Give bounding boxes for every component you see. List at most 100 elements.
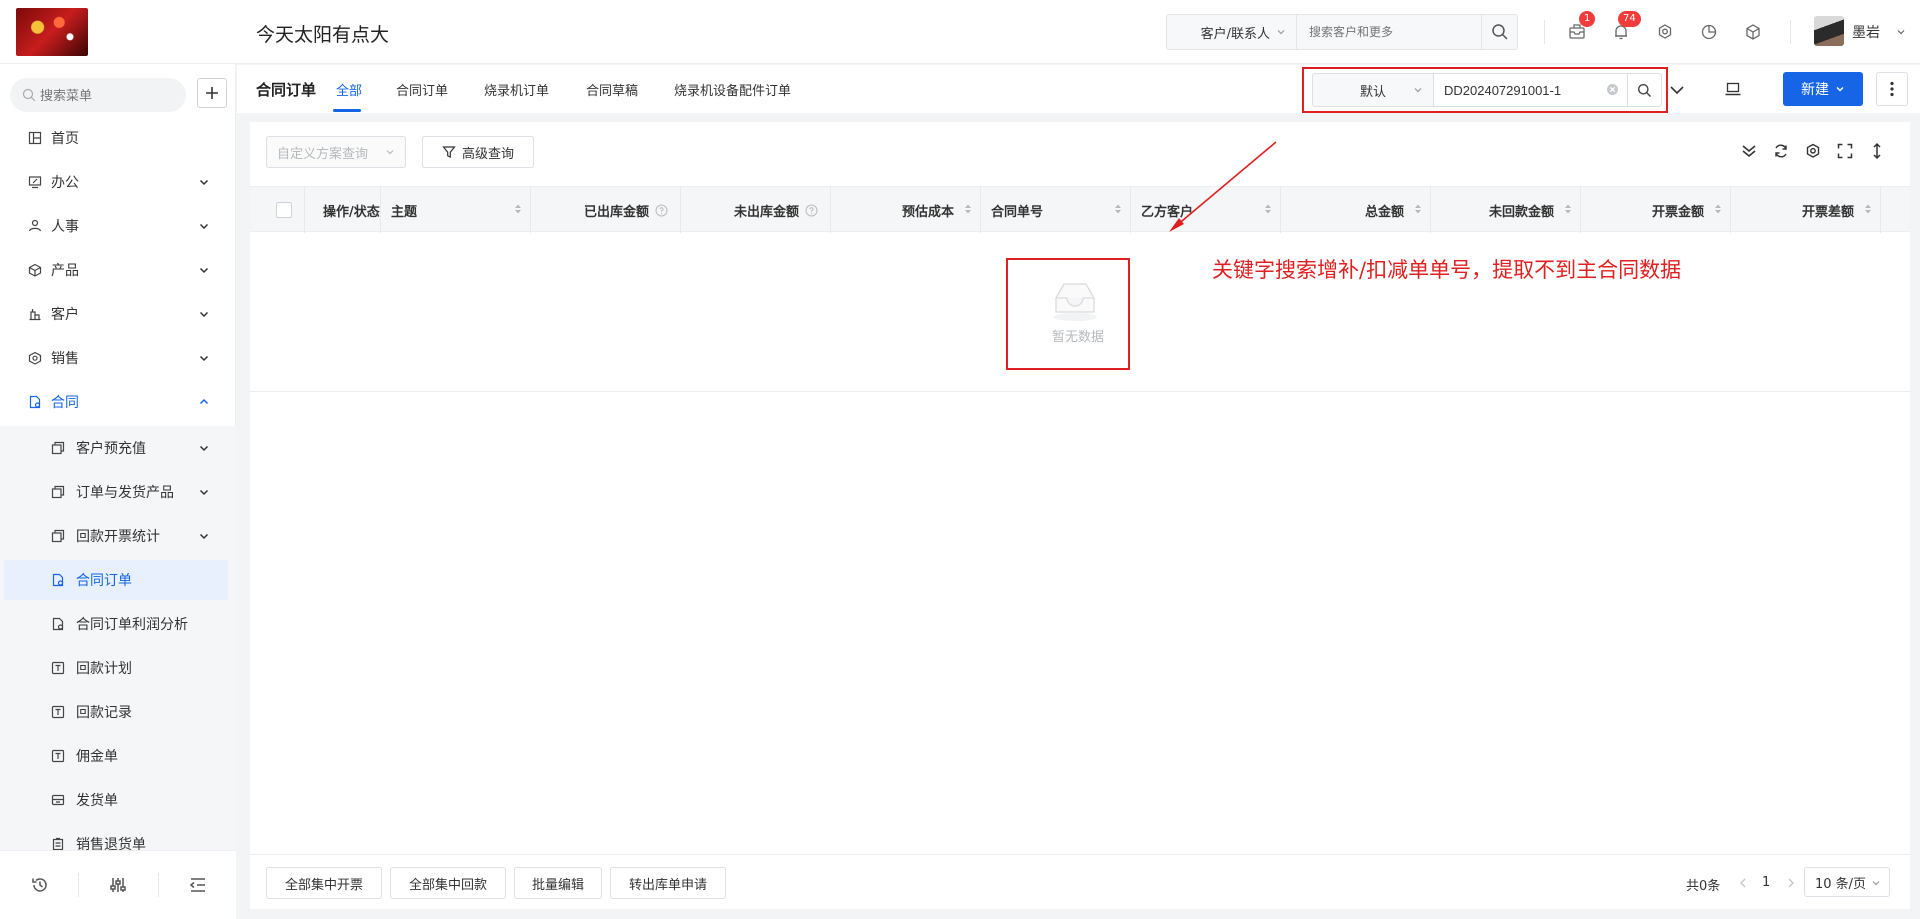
copy-icon	[51, 485, 65, 499]
menu-search[interactable]	[10, 78, 186, 112]
sidebar-item-label: 合同	[51, 395, 79, 411]
company-name: 今天太阳有点大	[256, 24, 390, 46]
search-type-select[interactable]: 客户/联系人	[1167, 15, 1297, 49]
menu-search-input[interactable]	[40, 87, 180, 103]
tab-burner-orders[interactable]: 烧录机订单	[484, 80, 549, 99]
chevron-down-icon	[199, 533, 209, 540]
settings-button[interactable]	[1655, 22, 1675, 42]
notifications-button[interactable]: 74	[1611, 11, 1641, 42]
tab-all[interactable]: 全部	[336, 80, 362, 99]
username[interactable]: 墨岩	[1852, 22, 1880, 42]
chevron-down-icon[interactable]	[1896, 27, 1906, 37]
new-button[interactable]: 新建	[1783, 72, 1863, 106]
chevron-down-icon	[199, 311, 209, 318]
sidebar-item-label: 合同订单利润分析	[76, 617, 188, 633]
add-menu-button[interactable]	[197, 78, 227, 108]
sidebar-footer	[0, 850, 236, 919]
clear-icon[interactable]	[1606, 83, 1619, 96]
history-icon[interactable]	[30, 875, 50, 895]
filter-scheme-label: 默认	[1359, 84, 1386, 100]
sidebar-subitem-sales-return[interactable]: 销售退货单	[0, 824, 236, 850]
tab-contract-orders[interactable]: 合同订单	[396, 80, 448, 99]
sidebar-item-hr[interactable]: 人事	[0, 206, 236, 246]
sidebar-item-home[interactable]: 首页	[0, 118, 236, 158]
sidebar-item-customer[interactable]: 客户	[0, 294, 236, 334]
gear-icon	[1658, 24, 1672, 39]
page-size-select[interactable]: 10 条/页	[1804, 867, 1890, 897]
sidebar-item-product[interactable]: 产品	[0, 250, 236, 290]
batch-payment-button[interactable]: 全部集中回款	[390, 867, 506, 899]
sidebar-item-label: 订单与发货产品	[76, 485, 174, 501]
batch-edit-button[interactable]: 批量编辑	[514, 867, 602, 899]
divider	[158, 873, 159, 897]
outbound-request-button[interactable]: 转出库单申请	[610, 867, 726, 899]
keyword-search-button[interactable]	[1628, 73, 1662, 107]
sidebar-item-label: 销售	[51, 351, 79, 367]
tab-burner-accessory-orders[interactable]: 烧录机设备配件订单	[674, 80, 791, 99]
more-actions-button[interactable]	[1876, 72, 1908, 106]
sidebar-item-label: 回款记录	[76, 705, 132, 721]
global-search-input[interactable]	[1297, 15, 1481, 49]
cube-icon	[1746, 24, 1760, 40]
receipt-icon	[51, 661, 65, 675]
chevron-down-icon[interactable]	[1669, 83, 1685, 97]
sidebar-item-sales[interactable]: 销售	[0, 338, 236, 378]
top-bar: 今天太阳有点大 客户/联系人 1 74 墨岩	[0, 0, 1920, 64]
sidebar-subitem-prepaid[interactable]: 客户预充值	[0, 428, 236, 468]
chevron-right-icon[interactable]	[1786, 877, 1796, 889]
sidebar-subitem-payment-invoice-stats[interactable]: 回款开票统计	[0, 516, 236, 556]
sidebar-subitem-shipment[interactable]: 发货单	[0, 780, 236, 820]
filter-scheme-select[interactable]: 默认	[1312, 73, 1433, 107]
sidebar-item-contract[interactable]: 合同	[0, 382, 236, 422]
chevron-down-icon	[1277, 30, 1285, 35]
sidebar-item-label: 合同订单	[76, 573, 132, 589]
collapse-menu-icon[interactable]	[188, 875, 208, 895]
sidebar-item-label: 回款开票统计	[76, 529, 160, 545]
sales-icon	[28, 351, 42, 365]
apps-button[interactable]	[1743, 22, 1763, 42]
bell-badge: 74	[1618, 11, 1641, 27]
keyword-search-input[interactable]	[1433, 73, 1628, 107]
sidebar-item-office[interactable]: 办公	[0, 162, 236, 202]
divider	[1544, 20, 1545, 44]
contract-icon	[29, 395, 41, 409]
chevron-down-icon	[1872, 881, 1880, 886]
sidebar-subitem-contract-orders[interactable]: 合同订单	[4, 560, 228, 600]
search-icon	[1638, 83, 1651, 97]
return-icon	[52, 837, 64, 850]
sidebar-subitem-commission[interactable]: 佣金单	[0, 736, 236, 776]
chevron-down-icon	[199, 355, 209, 362]
sidebar-subitem-payment-records[interactable]: 回款记录	[0, 692, 236, 732]
sidebar-subitem-orders-shipping[interactable]: 订单与发货产品	[0, 472, 236, 512]
plus-icon	[206, 87, 218, 99]
sidebar-item-label: 回款计划	[76, 661, 132, 677]
sidebar-subitem-payment-plan[interactable]: 回款计划	[0, 648, 236, 688]
company-logo[interactable]	[16, 8, 88, 56]
more-vertical-icon	[1890, 81, 1894, 97]
sidebar-subitem-profit-analysis[interactable]: 合同订单利润分析	[0, 604, 236, 644]
tab-contract-drafts[interactable]: 合同草稿	[586, 80, 638, 99]
avatar[interactable]	[1814, 16, 1844, 46]
messages-button[interactable]: 1	[1567, 11, 1596, 42]
reports-button[interactable]	[1699, 22, 1719, 42]
chevron-left-icon[interactable]	[1738, 877, 1748, 889]
sidebar-item-label: 销售退货单	[76, 837, 146, 850]
sliders-icon[interactable]	[108, 875, 128, 895]
page-size-label: 10 条/页	[1815, 876, 1867, 892]
mail-badge: 1	[1579, 11, 1596, 27]
laptop-icon[interactable]	[1724, 80, 1742, 98]
copy-icon	[51, 529, 65, 543]
document-icon	[52, 617, 64, 631]
new-button-label: 新建	[1801, 82, 1829, 98]
divider	[1790, 20, 1791, 44]
office-icon	[28, 176, 42, 189]
divider	[78, 873, 79, 897]
keyword-filter: 默认	[1312, 73, 1662, 107]
customer-icon	[29, 309, 41, 321]
sidebar-item-label: 佣金单	[76, 749, 118, 765]
batch-invoice-button[interactable]: 全部集中开票	[266, 867, 382, 899]
current-page[interactable]: 1	[1762, 875, 1770, 890]
search-type-label: 客户/联系人	[1200, 26, 1270, 42]
global-search-button[interactable]	[1481, 15, 1517, 49]
table-footer: 全部集中开票 全部集中回款 批量编辑 转出库单申请 共0条 1 10 条/页	[250, 854, 1910, 909]
